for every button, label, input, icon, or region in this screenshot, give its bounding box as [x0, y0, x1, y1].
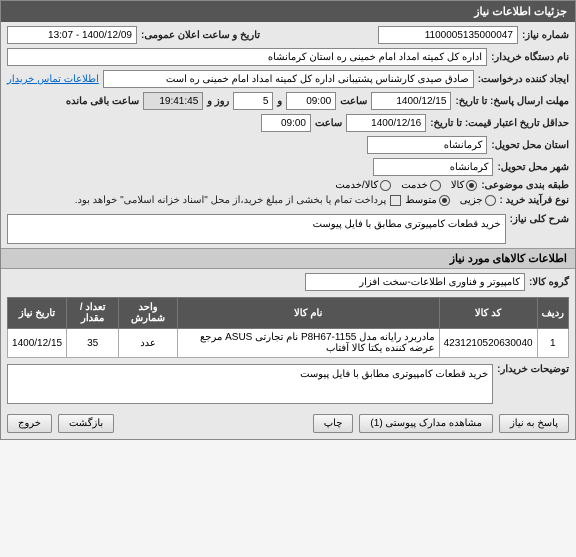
radio-jozi[interactable]: جزیی	[460, 195, 496, 206]
radio-icon	[430, 180, 441, 191]
process-radio-group: جزیی متوسط	[405, 195, 495, 206]
deadline-time: 09:00	[286, 92, 336, 110]
days-label: روز و	[207, 96, 229, 107]
attachments-button[interactable]: مشاهده مدارک پیوستی (1)	[359, 414, 493, 433]
days-value: 5	[233, 92, 273, 110]
contact-link[interactable]: اطلاعات تماس خریدار	[7, 74, 99, 85]
th-qty: تعداد / مقدار	[67, 298, 119, 329]
subject-radio-group: کالا خدمت کالا/خدمت	[335, 180, 477, 191]
buyer-notes-value: خرید قطعات کامپیوتری مطابق با فایل پیوست	[7, 364, 493, 404]
province-value: کرمانشاه	[367, 136, 487, 154]
announce-label: تاریخ و ساعت اعلان عمومی:	[141, 30, 260, 41]
th-code: کد کالا	[439, 298, 537, 329]
goods-group-value: کامپیوتر و فناوری اطلاعات-سخت افزار	[305, 273, 525, 291]
time-label-1: ساعت	[340, 96, 367, 107]
and-label: و	[277, 96, 282, 107]
radio-kala[interactable]: کالا	[451, 180, 478, 191]
process-label: نوع فرآیند خرید :	[500, 195, 569, 206]
creator-label: ایجاد کننده درخواست:	[478, 74, 569, 85]
deadline-label: مهلت ارسال پاسخ: تا تاریخ:	[455, 96, 569, 107]
cell-qty: 35	[67, 329, 119, 358]
th-unit: واحد شمارش	[119, 298, 178, 329]
city-label: شهر محل تحویل:	[497, 162, 569, 173]
payment-checkbox[interactable]	[390, 195, 401, 206]
cell-date: 1400/12/15	[8, 329, 67, 358]
city-value: کرمانشاه	[373, 158, 493, 176]
province-label: استان محل تحویل:	[491, 140, 569, 151]
goods-group-label: گروه کالا:	[529, 277, 569, 288]
validity-label: حداقل تاریخ اعتبار قیمت: تا تاریخ:	[430, 118, 569, 129]
goods-table: ردیف کد کالا نام کالا واحد شمارش تعداد /…	[7, 297, 569, 358]
need-number-value: 1100005135000047	[378, 26, 518, 44]
radio-khadamat[interactable]: خدمت	[401, 180, 441, 191]
desc-label: شرح کلی نیاز:	[510, 214, 569, 225]
buyer-notes-label: توضیحات خریدار:	[497, 364, 569, 375]
subject-group-label: طبقه بندی موضوعی:	[481, 180, 569, 191]
goods-section-title: اطلاعات کالاهای مورد نیاز	[1, 248, 575, 269]
desc-value: خرید قطعات کامپیوتری مطابق با فایل پیوست	[7, 214, 506, 244]
panel-title: جزئیات اطلاعات نیاز	[1, 1, 575, 22]
buyer-value: اداره کل کمیته امداد امام خمینی ره استان…	[7, 48, 487, 66]
button-bar: پاسخ به نیاز مشاهده مدارک پیوستی (1) چاپ…	[1, 408, 575, 439]
buyer-label: نام دستگاه خریدار:	[491, 52, 569, 63]
announce-value: 1400/12/09 - 13:07	[7, 26, 137, 44]
validity-time: 09:00	[261, 114, 311, 132]
time-label-2: ساعت	[315, 118, 342, 129]
cell-code: 4231210520630040	[439, 329, 537, 358]
cell-row: 1	[537, 329, 568, 358]
th-row: ردیف	[537, 298, 568, 329]
validity-date: 1400/12/16	[346, 114, 426, 132]
cell-unit: عدد	[119, 329, 178, 358]
cell-name: مادربرد رایانه مدل P8H67-1155 نام تجارتی…	[177, 329, 439, 358]
radio-icon	[380, 180, 391, 191]
radio-motevasset[interactable]: متوسط	[405, 195, 449, 206]
remain-label: ساعت باقی مانده	[66, 96, 139, 107]
radio-icon	[466, 180, 477, 191]
reply-button[interactable]: پاسخ به نیاز	[499, 414, 569, 433]
exit-button[interactable]: خروج	[7, 414, 52, 433]
deadline-date: 1400/12/15	[371, 92, 451, 110]
th-name: نام کالا	[177, 298, 439, 329]
creator-value: صادق صیدی کارشناس پشتیبانی اداره کل کمیت…	[103, 70, 474, 88]
radio-icon	[485, 195, 496, 206]
remain-time: 19:41:45	[143, 92, 203, 110]
radio-icon	[439, 195, 450, 206]
print-button[interactable]: چاپ	[313, 414, 354, 433]
back-button[interactable]: بازگشت	[58, 414, 114, 433]
th-date: تاریخ نیاز	[8, 298, 67, 329]
need-details-panel: جزئیات اطلاعات نیاز شماره نیاز: 11000051…	[0, 0, 576, 440]
payment-note: پرداخت تمام یا بخشی از مبلغ خرید،از محل …	[75, 195, 387, 206]
need-number-label: شماره نیاز:	[522, 30, 569, 41]
radio-kala-khadamat[interactable]: کالا/خدمت	[335, 180, 391, 191]
table-row[interactable]: 1 4231210520630040 مادربرد رایانه مدل P8…	[8, 329, 569, 358]
